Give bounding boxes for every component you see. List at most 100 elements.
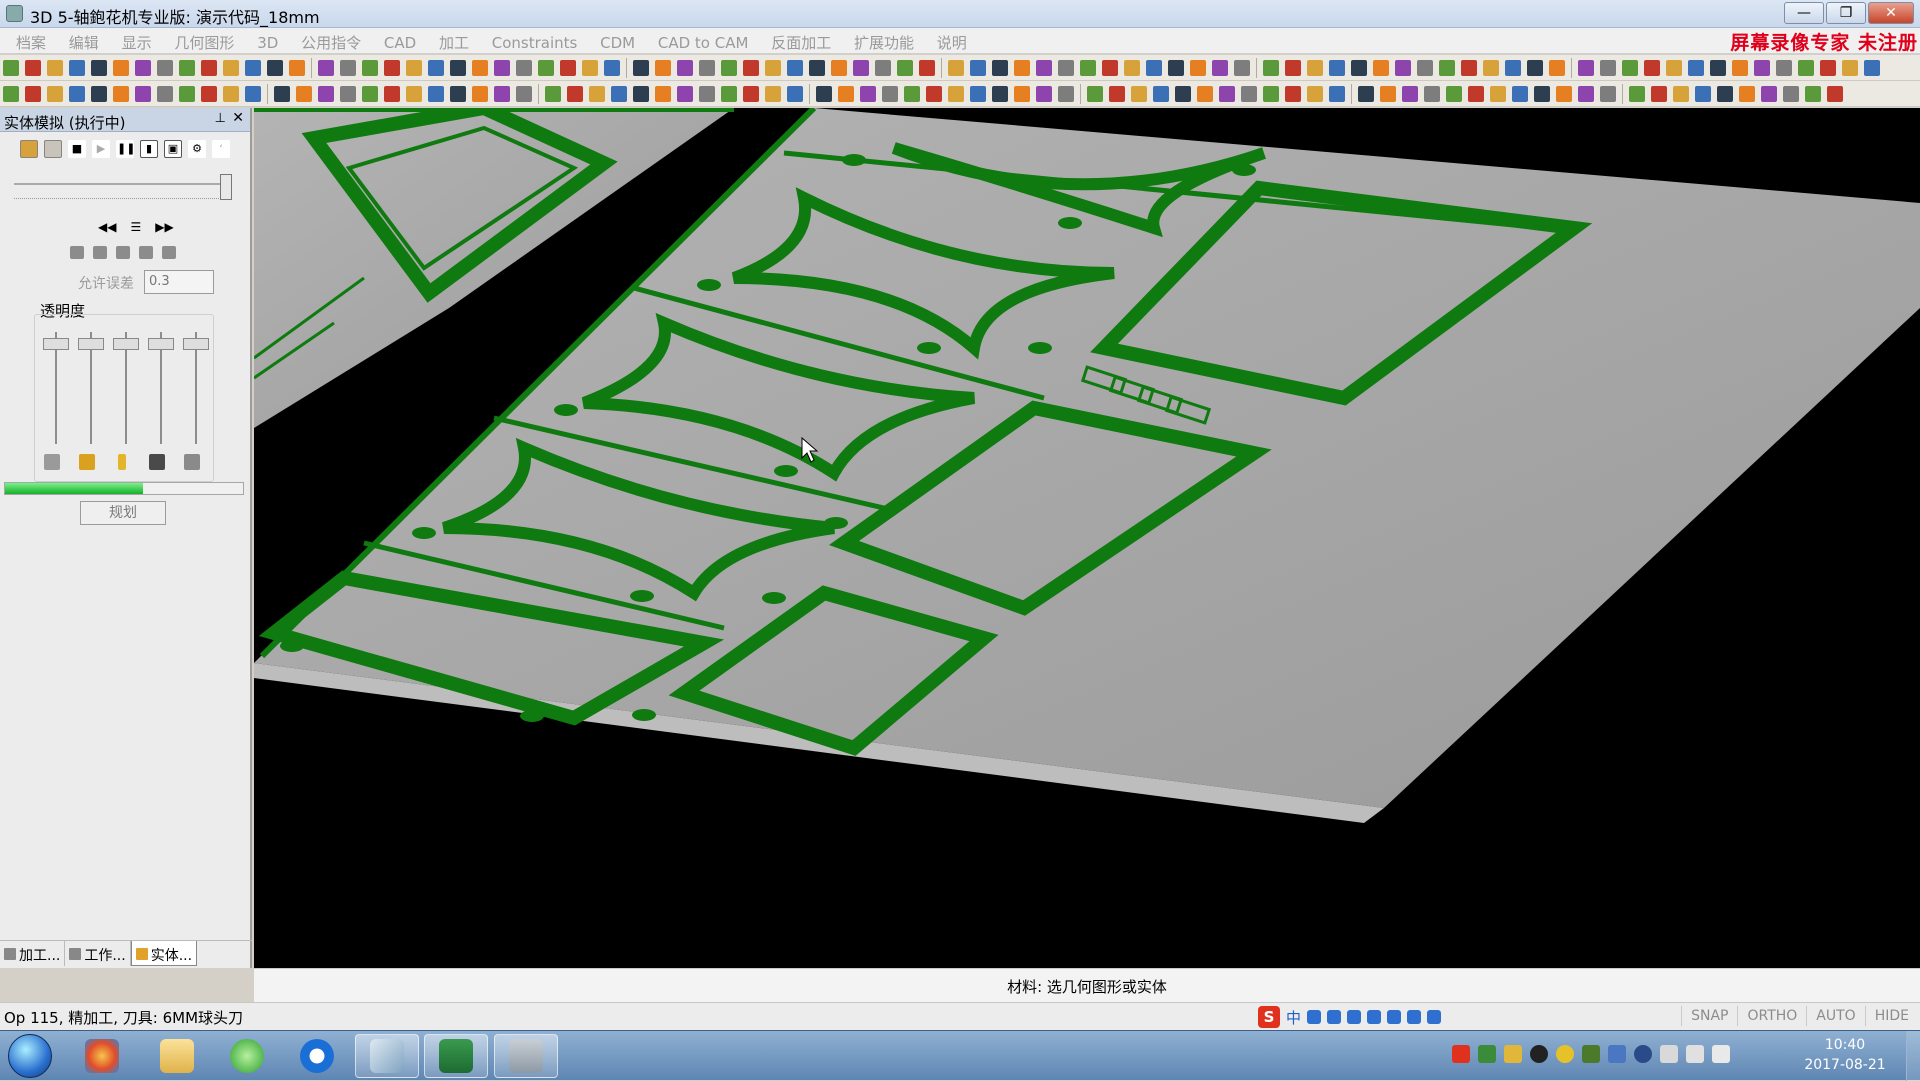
start-orb-icon[interactable] <box>8 1034 52 1078</box>
toolbar-tool-icon[interactable] <box>1058 86 1074 102</box>
speed-slider-track[interactable] <box>14 183 229 185</box>
toolbar-tool-icon[interactable] <box>633 60 649 76</box>
toolbar-tool-icon[interactable] <box>223 60 239 76</box>
toolbar-tool-icon[interactable] <box>1783 86 1799 102</box>
toolbar-tool-icon[interactable] <box>1549 60 1565 76</box>
toolbar-tool-icon[interactable] <box>245 60 261 76</box>
toolbar-tool-icon[interactable] <box>1688 60 1704 76</box>
toolbar-tool-icon[interactable] <box>809 60 825 76</box>
toolbar-tool-icon[interactable] <box>1329 86 1345 102</box>
volume-icon[interactable] <box>1712 1045 1730 1063</box>
tab-solid[interactable]: 实体... <box>130 941 198 966</box>
toolbar-tool-icon[interactable] <box>633 86 649 102</box>
toolbar-tool-icon[interactable] <box>201 60 217 76</box>
toolbar-tool-icon[interactable] <box>1578 86 1594 102</box>
toolbar-tool-icon[interactable] <box>91 86 107 102</box>
toolbar-tool-icon[interactable] <box>721 86 737 102</box>
toolbar-tool-icon[interactable] <box>1776 60 1792 76</box>
toolbar-tool-icon[interactable] <box>611 86 627 102</box>
sim-step-icon[interactable] <box>44 140 62 158</box>
security-icon[interactable] <box>1556 1045 1574 1063</box>
tab-work[interactable]: 工作... <box>65 941 131 966</box>
monitor-icon[interactable] <box>1608 1045 1626 1063</box>
toolbar-tool-icon[interactable] <box>516 60 532 76</box>
toolbar-tool-icon[interactable] <box>1087 86 1103 102</box>
toolbar-tool-icon[interactable] <box>362 60 378 76</box>
speed-slider-thumb[interactable] <box>220 174 232 200</box>
toolbar-tool-icon[interactable] <box>1673 86 1689 102</box>
toolbar-tool-icon[interactable] <box>274 86 290 102</box>
taskbar-browser[interactable] <box>215 1034 279 1078</box>
close-button[interactable]: ✕ <box>1868 2 1914 24</box>
toolbar-tool-icon[interactable] <box>428 60 444 76</box>
menu-extensions[interactable]: 扩展功能 <box>845 28 923 53</box>
toolbar-tool-icon[interactable] <box>1761 86 1777 102</box>
toolbar-tool-icon[interactable] <box>179 60 195 76</box>
toolbar-tool-icon[interactable] <box>1417 60 1433 76</box>
toolbar-tool-icon[interactable] <box>1234 60 1250 76</box>
toolbar-tool-icon[interactable] <box>538 60 554 76</box>
toolbar-tool-icon[interactable] <box>1307 86 1323 102</box>
transparency-slider-4[interactable] <box>148 332 174 456</box>
sim-start-icon[interactable] <box>20 140 38 158</box>
toolbar-tool-icon[interactable] <box>787 60 803 76</box>
toolbar-tool-icon[interactable] <box>1285 60 1301 76</box>
view-mode-3-icon[interactable] <box>116 246 130 259</box>
toolbar-tool-icon[interactable] <box>1131 86 1147 102</box>
toolbar-tool-icon[interactable] <box>135 86 151 102</box>
toolbar-tool-icon[interactable] <box>1534 86 1550 102</box>
toolbar-tool-icon[interactable] <box>545 86 561 102</box>
toolbar-tool-icon[interactable] <box>1556 86 1572 102</box>
ime-user-icon[interactable] <box>1387 1010 1402 1024</box>
toolbar-tool-icon[interactable] <box>1285 86 1301 102</box>
toolbar-tool-icon[interactable] <box>1644 60 1660 76</box>
toolbar-tool-icon[interactable] <box>1402 86 1418 102</box>
menu-cad[interactable]: CAD <box>375 30 425 52</box>
ime-emoji-icon[interactable] <box>1327 1010 1342 1024</box>
toolbar-tool-icon[interactable] <box>318 86 334 102</box>
bluetooth-icon[interactable] <box>1634 1045 1652 1063</box>
toolbar-tool-icon[interactable] <box>860 86 876 102</box>
taskbar-excel[interactable] <box>424 1034 488 1078</box>
ime-keyboard-icon[interactable] <box>1367 1010 1382 1024</box>
toolbar-tool-icon[interactable] <box>1395 60 1411 76</box>
toolbar-tool-icon[interactable] <box>582 60 598 76</box>
toolbar-tool-icon[interactable] <box>1241 86 1257 102</box>
tab-machining[interactable]: 加工... <box>0 941 66 966</box>
toolbar-tool-icon[interactable] <box>296 86 312 102</box>
toolbar-tool-icon[interactable] <box>1351 60 1367 76</box>
close-icon[interactable]: ✕ <box>232 110 244 126</box>
nvidia-icon[interactable] <box>1582 1045 1600 1063</box>
toolbar-tool-icon[interactable] <box>1695 86 1711 102</box>
toolbar-tool-icon[interactable] <box>677 60 693 76</box>
toolbar-tool-icon[interactable] <box>948 60 964 76</box>
toolbar-tool-icon[interactable] <box>1373 60 1389 76</box>
toolbar-tool-icon[interactable] <box>245 86 261 102</box>
toolbar-tool-icon[interactable] <box>340 86 356 102</box>
toolbar-tool-icon[interactable] <box>1036 86 1052 102</box>
toolbar-tool-icon[interactable] <box>1666 60 1682 76</box>
toolbar-tool-icon[interactable] <box>1190 60 1206 76</box>
toolbar-tool-icon[interactable] <box>1578 60 1594 76</box>
toolbar-tool-icon[interactable] <box>428 86 444 102</box>
taskbar-media-app[interactable] <box>70 1034 134 1078</box>
signal-icon[interactable] <box>1686 1045 1704 1063</box>
toolbar-tool-icon[interactable] <box>853 60 869 76</box>
toolbar-tool-icon[interactable] <box>47 86 63 102</box>
list-icon[interactable]: ☰ <box>130 220 141 234</box>
toolbar-tool-icon[interactable] <box>3 60 19 76</box>
clock[interactable]: 10:40 2017-08-21 <box>1800 1035 1890 1075</box>
toolbar-tool-icon[interactable] <box>1380 86 1396 102</box>
menu-machining[interactable]: 加工 <box>430 28 478 53</box>
taskbar-teamviewer[interactable] <box>285 1034 349 1078</box>
toolbar-tool-icon[interactable] <box>1739 86 1755 102</box>
transparency-slider-1[interactable] <box>43 332 69 456</box>
stop-icon[interactable]: ■ <box>68 140 86 158</box>
toolbar-tool-icon[interactable] <box>1168 60 1184 76</box>
toolbar-tool-icon[interactable] <box>882 86 898 102</box>
menu-constraints[interactable]: Constraints <box>483 30 587 52</box>
toolbar-tool-icon[interactable] <box>157 60 173 76</box>
menu-help[interactable]: 说明 <box>928 28 976 53</box>
toolbar-tool-icon[interactable] <box>1490 86 1506 102</box>
toolbar-tool-icon[interactable] <box>25 86 41 102</box>
